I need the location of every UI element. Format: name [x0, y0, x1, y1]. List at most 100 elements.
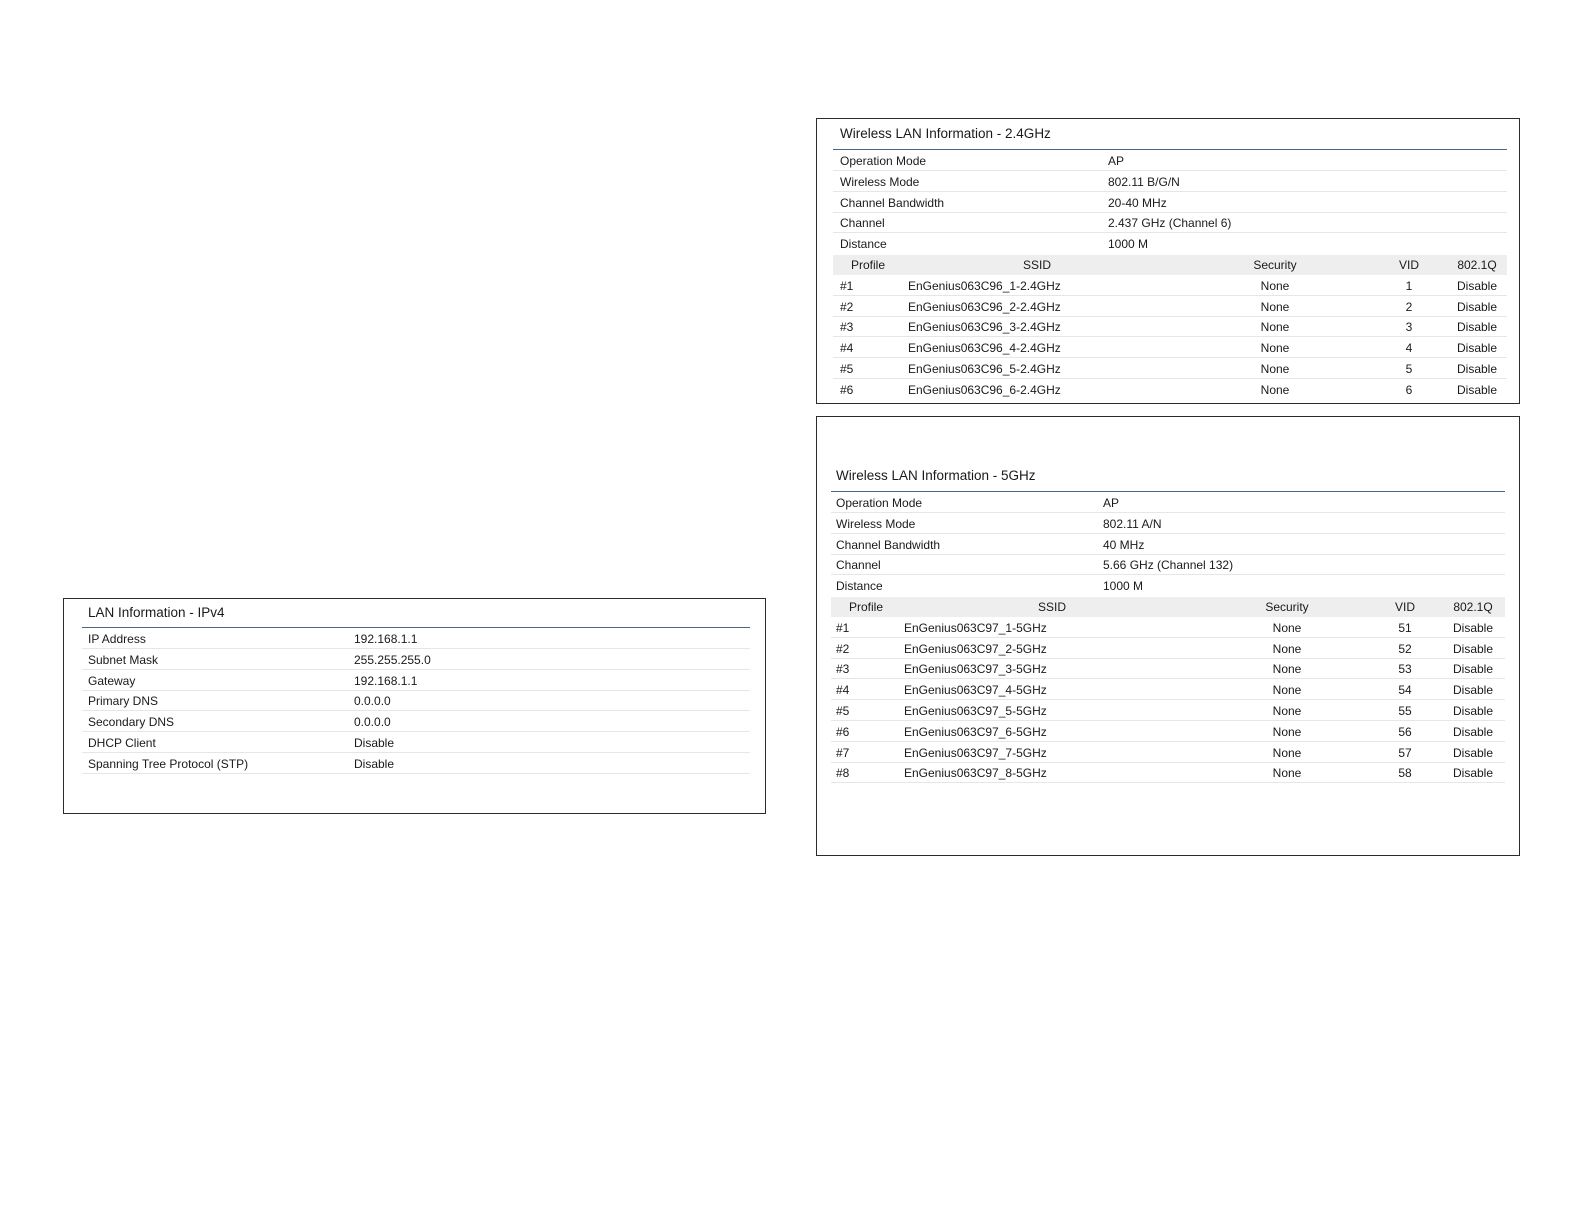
- lan-value: Disable: [354, 736, 395, 750]
- vid: 2: [1405, 299, 1413, 314]
- table-row: #3 EnGenius063C96_3-2.4GHz None 3 Disabl…: [833, 317, 1507, 338]
- lan-info-title: LAN Information - IPv4: [88, 605, 225, 620]
- wlan24-title-rule: [833, 149, 1507, 150]
- ssid: EnGenius063C97_1-5GHz: [904, 620, 1047, 635]
- wlan24-label: Operation Mode: [840, 154, 927, 168]
- vid: 57: [1398, 745, 1412, 760]
- vid: 1: [1405, 278, 1413, 293]
- security: None: [1260, 278, 1290, 293]
- header-security: Security: [1253, 258, 1297, 272]
- wlan24-row-distance: Distance 1000 M: [833, 234, 1507, 254]
- lan-value: 192.168.1.1: [354, 673, 418, 688]
- vid: 51: [1398, 620, 1412, 635]
- wlan5-value: 5.66 GHz (Channel 132): [1103, 558, 1234, 573]
- profile-id: #7: [836, 745, 850, 760]
- wlan5-label: Channel: [836, 558, 881, 573]
- security: None: [1272, 704, 1302, 718]
- lan-label: Subnet Mask: [88, 652, 159, 667]
- wlan24-value: AP: [1108, 154, 1125, 168]
- dot1q: Disable: [1452, 641, 1494, 656]
- dot1q: Disable: [1452, 620, 1494, 635]
- lan-row-ip-address: IP Address 192.168.1.1: [82, 629, 750, 649]
- wlan24-label: Distance: [840, 237, 887, 252]
- profile-id: #5: [840, 362, 854, 376]
- security: None: [1260, 299, 1290, 314]
- wlan5-row-wireless-mode: Wireless Mode 802.11 A/N: [831, 514, 1505, 534]
- lan-label: Spanning Tree Protocol (STP): [88, 756, 249, 771]
- profile-id: #6: [840, 382, 854, 397]
- ssid: EnGenius063C97_5-5GHz: [904, 704, 1047, 718]
- security: None: [1272, 641, 1302, 656]
- profile-id: #3: [840, 320, 854, 335]
- wlan24-value: 1000 M: [1108, 237, 1149, 252]
- ssid: EnGenius063C97_3-5GHz: [904, 662, 1047, 677]
- lan-row-stp: Spanning Tree Protocol (STP) Disable: [82, 754, 750, 774]
- table-row: #2 EnGenius063C96_2-2.4GHz None 2 Disabl…: [833, 297, 1507, 317]
- wlan5-profile-header: Profile SSID Security VID 802.1Q: [831, 597, 1505, 617]
- ssid: EnGenius063C97_6-5GHz: [904, 724, 1047, 739]
- lan-row-dhcp-client: DHCP Client Disable: [82, 733, 750, 753]
- wlan5-label: Wireless Mode: [836, 516, 916, 531]
- profile-id: #2: [836, 641, 850, 656]
- lan-value: 0.0.0.0: [354, 694, 391, 709]
- dot1q: Disable: [1456, 320, 1498, 335]
- dot1q: Disable: [1456, 362, 1498, 376]
- header-profile: Profile: [849, 600, 884, 614]
- security: None: [1272, 662, 1302, 677]
- lan-label: Secondary DNS: [88, 715, 175, 730]
- security: None: [1260, 341, 1290, 356]
- wlan5-value: 40 MHz: [1103, 537, 1145, 552]
- wlan5-row-operation-mode: Operation Mode AP: [831, 493, 1505, 513]
- dot1q: Disable: [1456, 278, 1498, 293]
- lan-label: DHCP Client: [88, 736, 156, 750]
- wlan24-label: Channel Bandwidth: [840, 195, 945, 210]
- lan-value: 192.168.1.1: [354, 632, 418, 646]
- dot1q: Disable: [1456, 299, 1498, 314]
- wlan-24ghz-panel: Wireless LAN Information - 2.4GHz Operat…: [816, 118, 1520, 404]
- ssid: EnGenius063C96_4-2.4GHz: [908, 341, 1061, 356]
- ssid: EnGenius063C97_8-5GHz: [904, 766, 1047, 781]
- wlan24-row-channel: Channel 2.437 GHz (Channel 6): [833, 213, 1507, 234]
- lan-row-primary-dns: Primary DNS 0.0.0.0: [82, 691, 750, 712]
- ssid: EnGenius063C96_5-2.4GHz: [908, 362, 1061, 376]
- lan-title-rule: [82, 627, 750, 628]
- wlan5-row-channel-bandwidth: Channel Bandwidth 40 MHz: [831, 535, 1505, 555]
- security: None: [1272, 745, 1302, 760]
- header-profile: Profile: [851, 258, 886, 272]
- dot1q: Disable: [1452, 704, 1494, 718]
- vid: 52: [1398, 641, 1412, 656]
- wlan-5ghz-panel: Wireless LAN Information - 5GHz Operatio…: [816, 416, 1520, 856]
- lan-label: Gateway: [88, 673, 136, 688]
- wlan24-label: Channel: [840, 216, 885, 231]
- header-vid: VID: [1394, 600, 1416, 614]
- header-ssid: SSID: [1037, 600, 1067, 614]
- wlan24-row-operation-mode: Operation Mode AP: [833, 151, 1507, 171]
- dot1q: Disable: [1452, 745, 1494, 760]
- wlan24-title: Wireless LAN Information - 2.4GHz: [840, 126, 1051, 141]
- wlan5-value: 1000 M: [1103, 579, 1144, 594]
- security: None: [1272, 620, 1302, 635]
- dot1q: Disable: [1452, 724, 1494, 739]
- profile-id: #1: [836, 620, 850, 635]
- profile-id: #6: [836, 724, 850, 739]
- wlan24-value: 20-40 MHz: [1108, 195, 1167, 210]
- wlan5-value: 802.11 A/N: [1103, 516, 1162, 531]
- wlan5-row-channel: Channel 5.66 GHz (Channel 132): [831, 555, 1505, 576]
- table-row: #5 EnGenius063C97_5-5GHz None 55 Disable: [831, 701, 1505, 721]
- wlan24-label: Wireless Mode: [840, 174, 920, 189]
- wlan24-value: 802.11 B/G/N: [1108, 174, 1180, 189]
- lan-value: 0.0.0.0: [354, 715, 391, 730]
- table-row: #4 EnGenius063C97_4-5GHz None 54 Disable: [831, 680, 1505, 701]
- security: None: [1260, 382, 1290, 397]
- ssid: EnGenius063C96_2-2.4GHz: [908, 299, 1061, 314]
- vid: 58: [1398, 766, 1412, 781]
- lan-info-ipv4-panel: LAN Information - IPv4 IP Address 192.16…: [63, 598, 766, 814]
- table-row: #3 EnGenius063C97_3-5GHz None 53 Disable: [831, 659, 1505, 680]
- lan-value: Disable: [354, 756, 395, 771]
- table-row: #6 EnGenius063C97_6-5GHz None 56 Disable: [831, 722, 1505, 742]
- vid: 6: [1405, 382, 1413, 397]
- lan-row-secondary-dns: Secondary DNS 0.0.0.0: [82, 712, 750, 733]
- dot1q: Disable: [1456, 341, 1498, 356]
- wlan5-label: Operation Mode: [836, 496, 923, 510]
- ssid: EnGenius063C97_4-5GHz: [904, 683, 1047, 698]
